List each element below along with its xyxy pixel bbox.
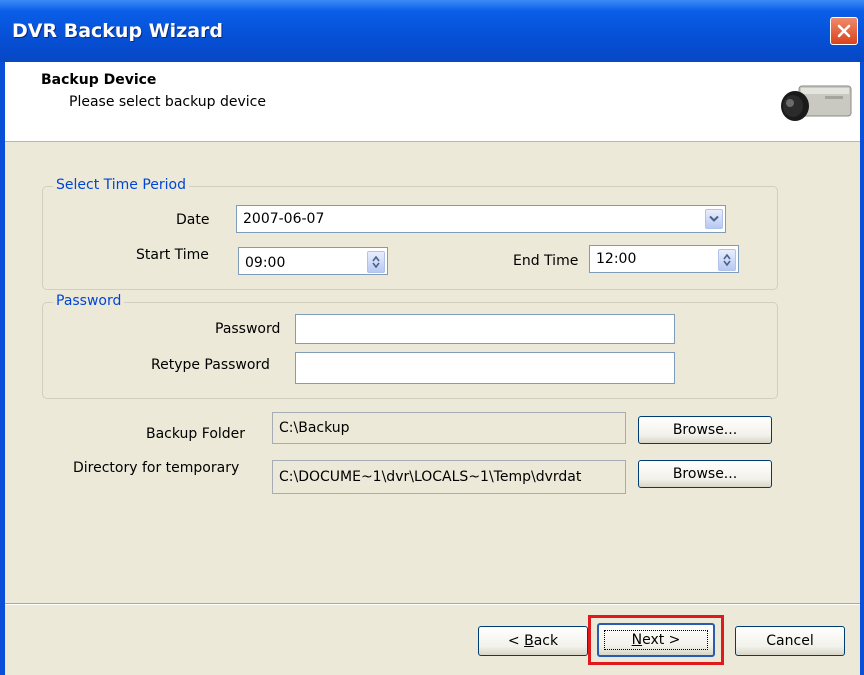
browse-label: Browse... bbox=[672, 422, 738, 438]
retype-password-input[interactable] bbox=[295, 352, 675, 384]
backup-folder-value: C:\Backup bbox=[279, 420, 350, 436]
start-time-field[interactable]: 09:00 bbox=[238, 247, 388, 275]
focus-outline bbox=[604, 630, 708, 650]
window-title: DVR Backup Wizard bbox=[12, 20, 223, 42]
end-time-field[interactable]: 12:00 bbox=[589, 245, 739, 273]
backup-folder-field[interactable]: C:\Backup bbox=[272, 412, 626, 444]
date-value: 2007-06-07 bbox=[243, 211, 325, 227]
cancel-label: Cancel bbox=[766, 633, 814, 649]
wizard-header: Backup Device Please select backup devic… bbox=[5, 62, 860, 142]
next-button[interactable]: Next > bbox=[597, 623, 715, 657]
spin-down-icon bbox=[723, 260, 731, 266]
back-prefix: < bbox=[507, 633, 525, 649]
dialog-body: Backup Device Please select backup devic… bbox=[5, 62, 860, 675]
password-input[interactable] bbox=[295, 314, 675, 344]
time-period-legend: Select Time Period bbox=[53, 177, 190, 193]
cancel-button[interactable]: Cancel bbox=[735, 626, 845, 656]
end-time-value: 12:00 bbox=[596, 251, 637, 267]
back-rest: ack bbox=[533, 633, 559, 649]
time-period-group: Select Time Period bbox=[42, 177, 778, 290]
page-title: Backup Device bbox=[41, 72, 157, 88]
end-time-label: End Time bbox=[513, 253, 579, 269]
temp-directory-label: Directory for temporary bbox=[73, 460, 240, 476]
start-time-value: 09:00 bbox=[245, 255, 286, 271]
close-icon bbox=[837, 24, 851, 38]
back-accelerator: B bbox=[524, 633, 534, 649]
backup-folder-label: Backup Folder bbox=[146, 426, 246, 442]
start-time-spinner[interactable] bbox=[367, 251, 385, 273]
temp-directory-field[interactable]: C:\DOCUME~1\dvr\LOCALS~1\Temp\dvrdat bbox=[272, 460, 626, 494]
wizard-window: DVR Backup Wizard Backup Device Please s… bbox=[0, 0, 864, 675]
temp-directory-browse-button[interactable]: Browse... bbox=[638, 460, 772, 488]
back-button[interactable]: < Back bbox=[478, 626, 588, 656]
password-legend: Password bbox=[53, 293, 125, 309]
retype-password-label: Retype Password bbox=[151, 357, 270, 373]
close-button[interactable] bbox=[830, 17, 858, 45]
chevron-down-icon bbox=[709, 215, 719, 222]
date-dropdown-button[interactable] bbox=[705, 209, 723, 229]
camera-icon bbox=[781, 85, 852, 121]
footer-divider bbox=[5, 603, 860, 605]
date-label: Date bbox=[176, 212, 210, 228]
temp-directory-value: C:\DOCUME~1\dvr\LOCALS~1\Temp\dvrdat bbox=[279, 469, 582, 485]
date-combo[interactable]: 2007-06-07 bbox=[236, 205, 726, 233]
spin-down-icon bbox=[372, 262, 380, 268]
page-subtitle: Please select backup device bbox=[69, 94, 266, 110]
password-label: Password bbox=[215, 321, 281, 337]
browse-label: Browse... bbox=[672, 466, 738, 482]
back-label: < Back bbox=[508, 633, 558, 649]
title-bar[interactable]: DVR Backup Wizard bbox=[0, 0, 864, 62]
end-time-spinner[interactable] bbox=[718, 249, 736, 271]
backup-folder-browse-button[interactable]: Browse... bbox=[638, 416, 772, 444]
start-time-label: Start Time bbox=[136, 247, 209, 263]
